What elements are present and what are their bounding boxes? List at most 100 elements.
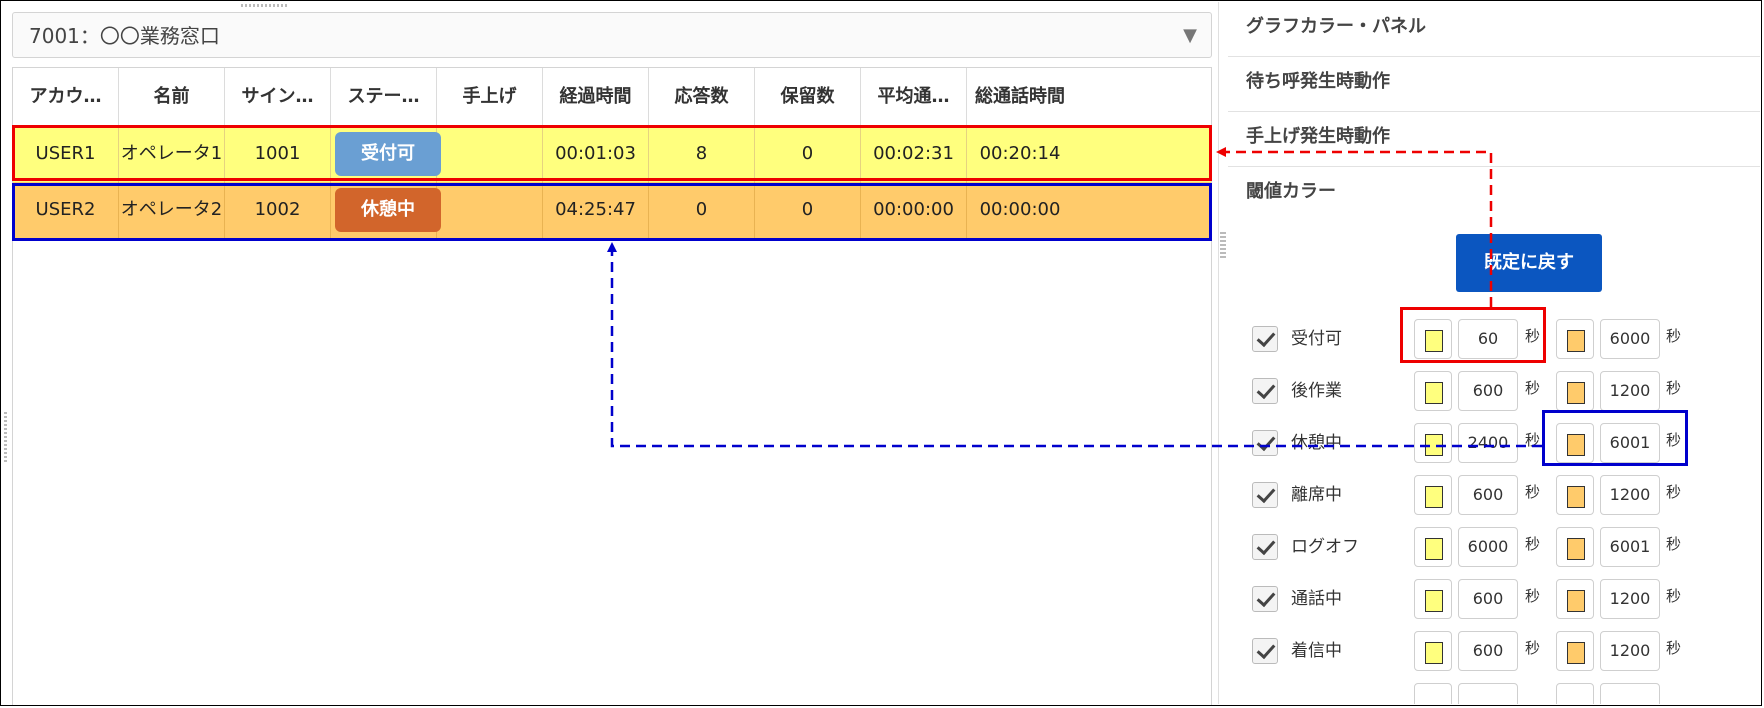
unit-label: 秒 xyxy=(1666,327,1682,345)
orange-swatch-icon xyxy=(1567,642,1585,664)
color-swatch-button[interactable] xyxy=(1414,579,1452,619)
unit-label: 秒 xyxy=(1666,639,1682,657)
yellow-swatch-icon xyxy=(1425,642,1443,664)
threshold-row: 着信中 600 秒 1200 秒 xyxy=(1228,626,1760,676)
column-header-account[interactable]: アカウ… xyxy=(13,68,119,125)
panel-title: 閾値カラー xyxy=(1246,181,1336,202)
threshold-input-1[interactable]: 6000 xyxy=(1458,527,1518,567)
color-swatch-button[interactable] xyxy=(1414,631,1452,671)
column-header-total[interactable]: 総通話時間 xyxy=(967,68,1073,125)
threshold-input-1[interactable]: 600 xyxy=(1458,371,1518,411)
orange-swatch-icon xyxy=(1567,382,1585,404)
threshold-row: ログオフ 6000 秒 6001 秒 xyxy=(1228,522,1760,572)
threshold-input-1[interactable]: 2400 xyxy=(1458,423,1518,463)
caret-down-icon[interactable]: ▼ xyxy=(1183,13,1197,59)
checkbox[interactable] xyxy=(1252,638,1278,664)
color-swatch-button[interactable] xyxy=(1556,579,1594,619)
panel-hand-raise-action[interactable]: 手上げ発生時動作 xyxy=(1228,112,1760,167)
unit-label: 秒 xyxy=(1525,483,1541,501)
yellow-swatch-icon xyxy=(1425,434,1443,456)
yellow-swatch-icon xyxy=(1425,590,1443,612)
threshold-row: 離席中 600 秒 1200 秒 xyxy=(1228,470,1760,520)
threshold-input-1[interactable]: 600 xyxy=(1458,579,1518,619)
checkbox[interactable] xyxy=(1252,534,1278,560)
threshold-label: 着信中 xyxy=(1291,641,1342,661)
column-header-elapsed[interactable]: 経過時間 xyxy=(543,68,649,125)
checkbox[interactable] xyxy=(1252,586,1278,612)
threshold-input-2[interactable]: 1200 xyxy=(1600,371,1660,411)
panel-graph-color[interactable]: グラフカラー・パネル xyxy=(1228,2,1760,57)
agent-monitor-pane: 7001：〇〇業務窓口 ▼ アカウ… 名前 サイン… ステー… 手上げ 経過時間… xyxy=(2,2,1216,705)
panel-threshold-color[interactable]: 閾値カラー xyxy=(1228,167,1760,222)
column-header-name[interactable]: 名前 xyxy=(119,68,225,125)
unit-label: 秒 xyxy=(1666,535,1682,553)
threshold-input-2[interactable]: 6000 xyxy=(1600,319,1660,359)
checkbox[interactable] xyxy=(1252,378,1278,404)
threshold-input-1[interactable]: 600 xyxy=(1458,475,1518,515)
orange-swatch-icon xyxy=(1567,486,1585,508)
unit-label: 秒 xyxy=(1666,379,1682,397)
yellow-swatch-icon xyxy=(1425,382,1443,404)
resize-grip-icon[interactable] xyxy=(4,412,7,462)
threshold-input-2[interactable]: 6001 xyxy=(1600,527,1660,567)
threshold-input-1[interactable]: 600 xyxy=(1458,631,1518,671)
threshold-row: 通話中 600 秒 1200 秒 xyxy=(1228,574,1760,624)
color-swatch-button[interactable] xyxy=(1414,683,1452,704)
color-swatch-button[interactable] xyxy=(1414,475,1452,515)
unit-label: 秒 xyxy=(1525,535,1541,553)
panel-waiting-call-action[interactable]: 待ち呼発生時動作 xyxy=(1228,57,1760,112)
resize-grip-icon[interactable] xyxy=(241,4,287,7)
color-swatch-button[interactable] xyxy=(1414,423,1452,463)
color-swatch-button[interactable] xyxy=(1556,527,1594,567)
column-header-held[interactable]: 保留数 xyxy=(755,68,861,125)
threshold-input-2[interactable]: 1200 xyxy=(1600,579,1660,619)
column-header-status[interactable]: ステー… xyxy=(331,68,437,125)
threshold-row: 後作業 600 秒 1200 秒 xyxy=(1228,366,1760,416)
unit-label: 秒 xyxy=(1525,639,1541,657)
threshold-label: 後作業 xyxy=(1291,381,1342,401)
color-swatch-button[interactable] xyxy=(1414,527,1452,567)
color-swatch-button[interactable] xyxy=(1414,371,1452,411)
queue-select-value: 7001：〇〇業務窓口 xyxy=(29,24,220,48)
threshold-input-2[interactable] xyxy=(1600,683,1660,704)
unit-label: 秒 xyxy=(1666,483,1682,501)
yellow-swatch-icon xyxy=(1425,486,1443,508)
threshold-label: ログオフ xyxy=(1291,537,1359,557)
column-header-answered[interactable]: 応答数 xyxy=(649,68,755,125)
table-header: アカウ… 名前 サイン… ステー… 手上げ 経過時間 応答数 保留数 平均通… … xyxy=(13,68,1211,126)
threshold-input-2[interactable]: 1200 xyxy=(1600,475,1660,515)
checkbox[interactable] xyxy=(1252,326,1278,352)
checkbox[interactable] xyxy=(1252,482,1278,508)
unit-label: 秒 xyxy=(1525,587,1541,605)
color-swatch-button[interactable] xyxy=(1556,683,1594,704)
orange-swatch-icon xyxy=(1567,590,1585,612)
threshold-label: 休憩中 xyxy=(1291,433,1342,453)
unit-label: 秒 xyxy=(1525,431,1541,449)
threshold-input-2[interactable]: 1200 xyxy=(1600,631,1660,671)
reset-default-button[interactable]: 既定に戻す xyxy=(1456,234,1602,292)
pane-splitter[interactable] xyxy=(1218,2,1227,704)
column-header-hand-raise[interactable]: 手上げ xyxy=(437,68,543,125)
panel-title: 待ち呼発生時動作 xyxy=(1246,71,1390,92)
column-header-sign-in[interactable]: サイン… xyxy=(225,68,331,125)
resize-grip-icon[interactable] xyxy=(1220,232,1226,260)
unit-label: 秒 xyxy=(1666,587,1682,605)
threshold-label: 離席中 xyxy=(1291,485,1342,505)
orange-swatch-icon xyxy=(1567,538,1585,560)
color-swatch-button[interactable] xyxy=(1556,475,1594,515)
color-swatch-button[interactable] xyxy=(1556,371,1594,411)
highlight-row-1 xyxy=(12,125,1212,181)
threshold-label: 受付可 xyxy=(1291,329,1342,349)
orange-swatch-icon xyxy=(1567,330,1585,352)
column-header-average[interactable]: 平均通… xyxy=(861,68,967,125)
color-swatch-button[interactable] xyxy=(1556,319,1594,359)
highlight-threshold-break xyxy=(1542,410,1688,466)
checkbox[interactable] xyxy=(1252,430,1278,456)
highlight-row-2 xyxy=(12,183,1212,241)
threshold-input-1[interactable] xyxy=(1458,683,1518,704)
color-swatch-button[interactable] xyxy=(1556,631,1594,671)
queue-select[interactable]: 7001：〇〇業務窓口 ▼ xyxy=(12,12,1212,58)
highlight-threshold-ready xyxy=(1400,307,1546,363)
threshold-label: 通話中 xyxy=(1291,589,1342,609)
unit-label: 秒 xyxy=(1525,379,1541,397)
